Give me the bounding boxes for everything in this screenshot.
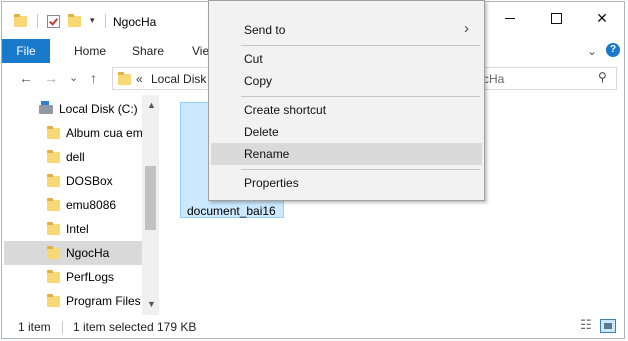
tree-item-ngocha[interactable]: NgocHa (4, 241, 142, 265)
tree-item-program-files[interactable]: Program Files (4, 289, 142, 313)
tree-item-label: NgocHa (66, 246, 110, 260)
folder-icon (47, 270, 60, 283)
quick-access-dropdown[interactable]: ▾ (90, 15, 95, 26)
tree-item-label: Intel (66, 222, 89, 236)
window-title: NgocHa (113, 15, 157, 29)
divider (37, 14, 38, 28)
selection-size: 179 KB (157, 320, 197, 334)
tree-item-label: Program Files (66, 294, 141, 308)
folder-icon (47, 174, 60, 187)
tree-item-label: DOSBox (66, 174, 113, 188)
selection-status: 1 item selected (73, 320, 154, 334)
menu-separator (241, 96, 480, 97)
breadcrumb-overflow[interactable]: « (136, 72, 143, 86)
item-count: 1 item (18, 320, 51, 334)
folder-icon (47, 126, 60, 139)
scroll-up-arrow-icon[interactable]: ▲ (147, 100, 156, 110)
chevron-down-icon[interactable]: ⌄ (587, 44, 597, 58)
scroll-down-arrow-icon[interactable]: ▼ (147, 299, 156, 309)
tree-item-label: emu8086 (66, 198, 117, 212)
menu-separator (241, 169, 480, 170)
folder-icon (47, 294, 60, 307)
close-button[interactable]: ✕ (579, 2, 625, 34)
drive-icon (39, 101, 53, 114)
search-placeholder: cHa (483, 72, 505, 86)
breadcrumb[interactable]: Local Disk ( (151, 72, 214, 86)
tree-item-label: dell (66, 150, 85, 164)
context-menu: Send to › Cut Copy Create shortcut Delet… (208, 0, 485, 201)
folder-icon (47, 150, 60, 163)
tree-item-intel[interactable]: Intel (4, 217, 142, 241)
maximize-button[interactable] (533, 2, 579, 34)
status-bar: 1 item 1 item selected 179 KB (2, 315, 624, 339)
divider (105, 14, 106, 28)
divider (62, 321, 63, 334)
tree-item-label: Album cua em (66, 126, 143, 140)
minimize-button[interactable] (487, 2, 533, 34)
folder-icon (47, 222, 60, 235)
navigation-pane: Local Disk (C:) Album cua em dell DOSBox… (2, 95, 162, 315)
tree-item-dell[interactable]: dell (4, 145, 142, 169)
tab-home[interactable]: Home (64, 39, 116, 63)
tab-file[interactable]: File (2, 39, 50, 63)
tree-item-label: PerfLogs (66, 270, 115, 284)
chevron-right-icon: › (464, 20, 469, 37)
menu-item-label: Copy (244, 74, 273, 88)
menu-item-send-to[interactable]: Send to › (211, 19, 482, 41)
up-arrow-icon[interactable]: ↑ (90, 70, 97, 86)
menu-item-label: Properties (244, 176, 299, 190)
menu-item-create-shortcut[interactable]: Create shortcut (211, 99, 482, 121)
tree-item-local-disk[interactable]: Local Disk (C:) (4, 97, 142, 121)
large-icons-view-icon[interactable] (600, 319, 616, 333)
recent-locations-icon[interactable]: ⌄ (69, 71, 78, 84)
menu-item-clipped (209, 0, 484, 4)
scrollbar-thumb[interactable] (145, 166, 156, 230)
tab-share[interactable]: Share (122, 39, 174, 63)
properties-icon[interactable] (47, 15, 60, 28)
menu-item-label: Delete (244, 125, 279, 139)
back-arrow-icon[interactable]: ← (19, 70, 33, 86)
forward-arrow-icon[interactable]: → (44, 70, 58, 86)
tree-item-perflogs[interactable]: PerfLogs (4, 265, 142, 289)
tree-item-album-cua-em[interactable]: Album cua em (4, 121, 143, 145)
tree-item-dosbox[interactable]: DOSBox (4, 169, 142, 193)
help-icon[interactable]: ? (606, 43, 620, 57)
menu-item-label: Rename (244, 147, 290, 161)
tree-item-emu8086[interactable]: emu8086 (4, 193, 142, 217)
folder-icon (118, 72, 131, 85)
search-icon[interactable]: ⚲ (598, 70, 612, 84)
menu-item-cut[interactable]: Cut (211, 48, 482, 70)
menu-separator (241, 45, 480, 46)
details-view-icon[interactable] (580, 317, 596, 333)
new-folder-icon[interactable] (68, 14, 81, 27)
tree-item-label: Local Disk (C:) (59, 102, 138, 116)
menu-item-properties[interactable]: Properties (211, 172, 482, 194)
folder-icon (47, 246, 60, 259)
menu-item-delete[interactable]: Delete (211, 121, 482, 143)
folder-icon (47, 198, 60, 211)
menu-item-label: Create shortcut (244, 103, 327, 117)
folder-icon (14, 14, 27, 27)
menu-item-label: Send to (244, 23, 286, 37)
file-name-label[interactable]: document_bai16 (187, 204, 276, 218)
menu-item-rename[interactable]: Rename (211, 143, 482, 165)
menu-item-label: Cut (244, 52, 263, 66)
menu-item-copy[interactable]: Copy (211, 70, 482, 92)
